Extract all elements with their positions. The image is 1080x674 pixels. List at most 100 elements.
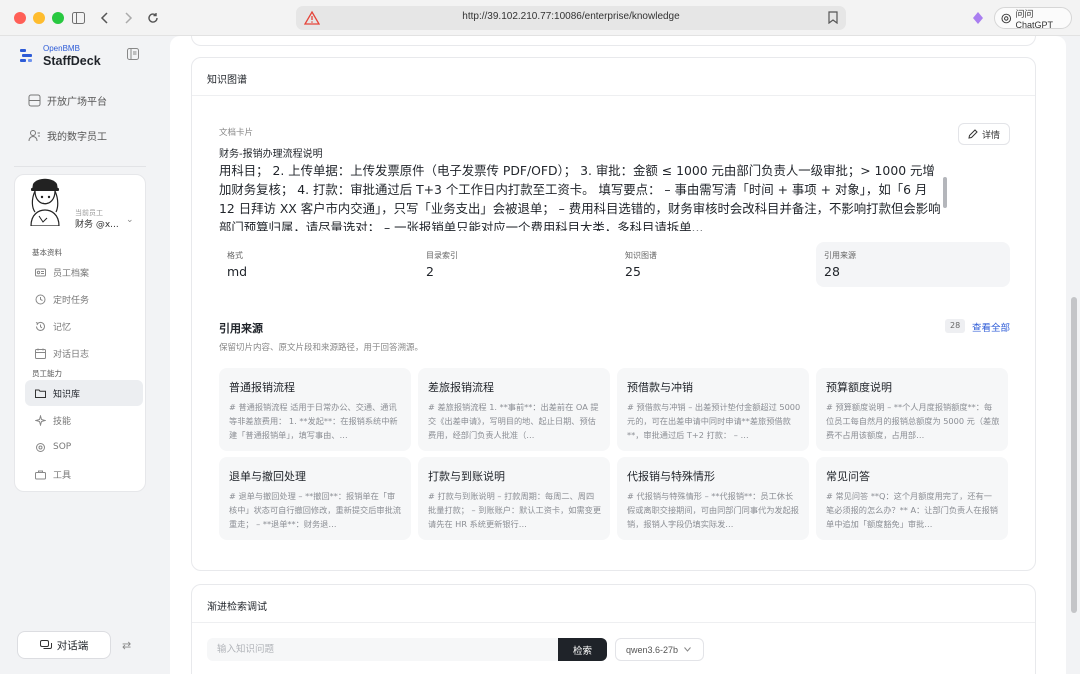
menu-item-chat-logs[interactable]: 对话日志: [25, 340, 143, 366]
chat-client-label: 对话端: [56, 639, 89, 652]
nav-my-digital-staff[interactable]: 我的数字员工: [28, 125, 107, 145]
citation-title: 预算额度说明: [826, 381, 892, 394]
section-basic-label: 基本资料: [32, 248, 62, 257]
nav-label: 我的数字员工: [47, 131, 107, 143]
sidebar-toggle-icon[interactable]: [68, 8, 88, 28]
bookmark-icon[interactable]: [828, 11, 838, 24]
citation-sources-title: 引用来源: [219, 322, 263, 335]
pencil-icon: [968, 129, 978, 139]
citation-title: 退单与撤回处理: [229, 470, 306, 483]
menu-item-label: 对话日志: [53, 349, 90, 360]
citation-title: 打款与到账说明: [428, 470, 505, 483]
stat-value: 25: [625, 264, 641, 279]
detail-button[interactable]: 详情: [958, 123, 1010, 145]
reload-icon[interactable]: [143, 8, 163, 28]
history-icon: [35, 321, 45, 331]
employee-selector[interactable]: 财务 @x...: [75, 217, 119, 230]
stat-label: 引用来源: [824, 251, 856, 260]
extension-icon[interactable]: [972, 11, 984, 25]
forward-icon[interactable]: [119, 8, 139, 28]
search-button[interactable]: 检索: [558, 638, 607, 661]
doc-content: 用科目； 2. 上传单据：上传发票原件（电子发票传 PDF/OFD）； 3. 审…: [219, 163, 941, 231]
stat-value: md: [227, 264, 248, 279]
menu-item-label: 记忆: [53, 322, 72, 333]
divider: [192, 622, 1035, 623]
citation-card[interactable]: 预算额度说明 # 预算额度说明 – **个人月度报销额度**：每位员工每自然月的…: [816, 368, 1008, 451]
knowledge-card: 知识图谱 文档卡片 财务-报销办理流程说明 详情 用科目； 2. 上传单据：上传…: [191, 57, 1036, 571]
citation-card[interactable]: 常见问答 # 常见问答 **Q：这个月额度用完了，还有一笔必须报的怎么办？** …: [816, 457, 1008, 540]
folder-icon: [35, 389, 46, 398]
detail-button-label: 详情: [981, 130, 1000, 141]
page-scrollbar[interactable]: [1071, 297, 1077, 613]
avatar[interactable]: [23, 178, 71, 226]
nav-open-plaza[interactable]: 开放广场平台: [28, 90, 107, 110]
id-card-icon: [35, 268, 46, 276]
doc-card-label: 文档卡片: [219, 128, 254, 138]
back-icon[interactable]: [94, 8, 114, 28]
menu-item-scheduled-tasks[interactable]: 定时任务: [25, 286, 143, 312]
doc-scrollbar[interactable]: [943, 177, 947, 208]
grid-icon: [28, 94, 41, 106]
maximize-window-button[interactable]: [52, 12, 64, 24]
minimize-window-button[interactable]: [33, 12, 45, 24]
citation-snippet: # 预借款与冲销 – 出差预计垫付金额超过 5000 元的，可在出差申请中同时申…: [627, 402, 801, 440]
menu-item-knowledge-base[interactable]: 知识库: [25, 380, 143, 406]
previous-card-edge: [191, 36, 1036, 46]
users-icon: [28, 129, 40, 141]
collapse-sidebar-icon[interactable]: [127, 48, 139, 60]
ask-chatgpt-button[interactable]: 问问 ChatGPT: [994, 7, 1072, 30]
stat-value: 28: [824, 264, 840, 279]
menu-item-memory[interactable]: 记忆: [25, 313, 143, 339]
swap-icon[interactable]: ⇄: [122, 639, 131, 652]
citation-card[interactable]: 代报销与特殊情形 # 代报销与特殊情形 – **代报销**：员工休长假或离职交接…: [617, 457, 809, 540]
stat-citation-sources: 引用来源 28: [816, 242, 1010, 287]
model-select[interactable]: qwen3.6-27b: [615, 638, 704, 661]
stat-format: 格式 md: [219, 242, 413, 287]
citation-card[interactable]: 预借款与冲销 # 预借款与冲销 – 出差预计垫付金额超过 5000 元的，可在出…: [617, 368, 809, 451]
address-bar[interactable]: http://39.102.210.77:10086/enterprise/kn…: [296, 6, 846, 30]
citation-snippet: # 退单与撤回处理 – **撤回**：报销单在「审核中」状态可自行撤回修改，重新…: [229, 491, 401, 529]
citation-title: 差旅报销流程: [428, 381, 494, 394]
menu-item-label: 定时任务: [53, 295, 90, 306]
menu-item-label: SOP: [53, 442, 72, 452]
model-select-value: qwen3.6-27b: [626, 644, 679, 655]
calendar-icon: [35, 348, 46, 359]
brand-org: OpenBMB: [43, 44, 80, 53]
citation-title: 预借款与冲销: [627, 381, 693, 394]
citation-card[interactable]: 普通报销流程 # 普通报销流程 适用于日常办公、交通、通讯等非差旅费用： 1. …: [219, 368, 411, 451]
citation-card[interactable]: 退单与撤回处理 # 退单与撤回处理 – **撤回**：报销单在「审核中」状态可自…: [219, 457, 411, 540]
chat-client-button[interactable]: 对话端: [17, 631, 111, 659]
sop-icon: [36, 442, 45, 452]
divider: [14, 166, 146, 167]
chat-bubble-icon: [39, 639, 52, 649]
close-window-button[interactable]: [14, 12, 26, 24]
sparkle-icon: [35, 414, 46, 426]
menu-item-label: 工具: [53, 470, 72, 481]
menu-item-sop[interactable]: SOP: [25, 434, 143, 460]
sidebar: OpenBMB StaffDeck 开放广场平台 我的数字员工 当前员工 财务 …: [0, 36, 160, 674]
menu-item-tools[interactable]: 工具: [25, 461, 143, 487]
chevron-down-icon[interactable]: ⌄: [126, 215, 134, 225]
stat-label: 目录索引: [426, 251, 458, 260]
browser-toolbar: http://39.102.210.77:10086/enterprise/kn…: [0, 0, 1080, 36]
citation-snippet: # 普通报销流程 适用于日常办公、交通、通讯等非差旅费用： 1. **发起**：…: [229, 402, 398, 440]
menu-item-employee-profile[interactable]: 员工档案: [25, 259, 143, 285]
url-text: http://39.102.210.77:10086/enterprise/kn…: [462, 11, 680, 22]
citation-card[interactable]: 打款与到账说明 # 打款与到账说明 – 打款周期：每周二、周四批量打款； – 到…: [418, 457, 610, 540]
stat-label: 格式: [227, 251, 243, 260]
view-all-link[interactable]: 查看全部: [972, 320, 1010, 334]
citation-title: 普通报销流程: [229, 381, 295, 394]
menu-item-skills[interactable]: 技能: [25, 407, 143, 433]
doc-title: 财务-报销办理流程说明: [219, 149, 323, 160]
citation-title: 常见问答: [826, 470, 870, 483]
chatgpt-icon: [1001, 13, 1012, 23]
section-ability-label: 员工能力: [32, 369, 62, 378]
question-input[interactable]: [207, 638, 559, 661]
employee-panel: 当前员工 财务 @x... ⌄ 基本资料 员工档案 定时任务 记忆 对话日志 员…: [14, 174, 146, 492]
menu-item-label: 员工档案: [53, 268, 90, 279]
stat-knowledge-graph: 知识图谱 25: [617, 242, 811, 287]
stat-directory-index: 目录索引 2: [418, 242, 612, 287]
citation-card[interactable]: 差旅报销流程 # 差旅报销流程 1. **事前**：出差前在 OA 提交《出差申…: [418, 368, 610, 451]
knowledge-graph-title: 知识图谱: [207, 75, 247, 86]
citation-snippet: # 代报销与特殊情形 – **代报销**：员工休长假或离职交接期间，可由同部门同…: [627, 491, 799, 529]
